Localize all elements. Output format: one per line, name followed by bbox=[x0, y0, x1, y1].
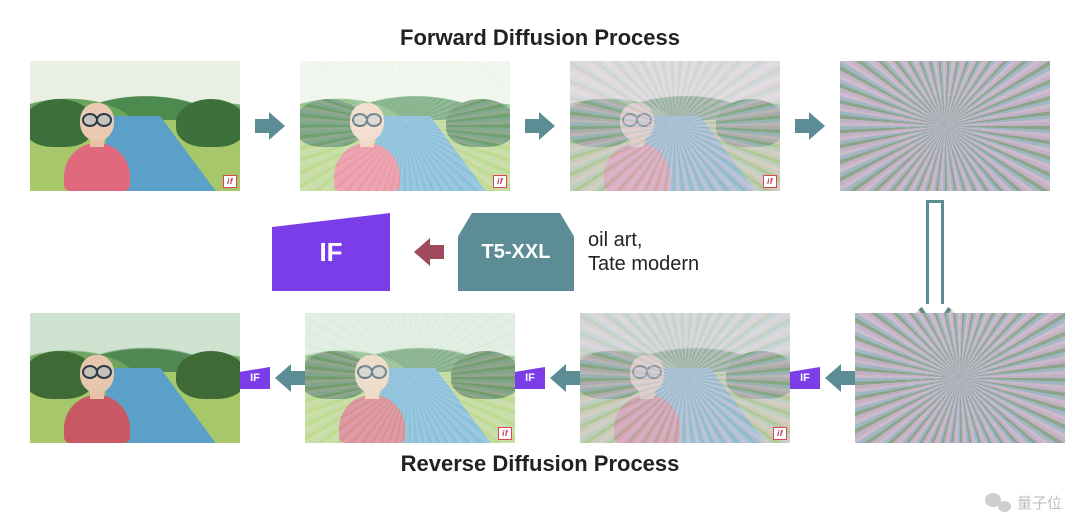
reverse-step: IF bbox=[790, 364, 855, 392]
reverse-step: IF bbox=[240, 364, 305, 392]
arrow-right-icon bbox=[525, 112, 555, 140]
t5-encoder-block: T5-XXL bbox=[458, 213, 574, 291]
reverse-image-1: if bbox=[580, 313, 790, 443]
if-badge: if bbox=[763, 175, 777, 188]
if-badge: if bbox=[493, 175, 507, 188]
arrow-left-icon bbox=[404, 238, 444, 266]
forward-image-1: if bbox=[300, 61, 510, 191]
watermark-text: 量子位 bbox=[1017, 492, 1062, 513]
forward-title: Forward Diffusion Process bbox=[30, 25, 1050, 51]
mini-if-block: IF bbox=[790, 367, 820, 389]
conditioning-row: IF T5-XXL oil art, Tate modern bbox=[30, 213, 1050, 291]
arrow-left-icon bbox=[275, 364, 305, 392]
text-prompt: oil art, Tate modern bbox=[588, 228, 758, 276]
mini-if-block: IF bbox=[515, 367, 545, 389]
watermark: 量子位 bbox=[985, 491, 1062, 513]
diffusion-diagram: Forward Diffusion Process if if if bbox=[0, 0, 1080, 525]
prompt-line-1: oil art, bbox=[588, 229, 642, 251]
forward-row: if if if bbox=[30, 61, 1050, 191]
arrow-right-icon bbox=[255, 112, 285, 140]
reverse-row: IF if IF if IF bbox=[30, 313, 1050, 443]
arrow-right-icon bbox=[795, 112, 825, 140]
reverse-image-2: if bbox=[305, 313, 515, 443]
wechat-icon bbox=[985, 491, 1011, 513]
if-badge: if bbox=[773, 427, 787, 440]
reverse-image-3 bbox=[30, 313, 240, 443]
reverse-image-0 bbox=[855, 313, 1065, 443]
arrow-left-icon bbox=[550, 364, 580, 392]
if-badge: if bbox=[498, 427, 512, 440]
if-badge: if bbox=[223, 175, 237, 188]
reverse-title: Reverse Diffusion Process bbox=[30, 451, 1050, 477]
arrow-left-icon bbox=[825, 364, 855, 392]
forward-image-0: if bbox=[30, 61, 240, 191]
reverse-step: IF bbox=[515, 364, 580, 392]
prompt-line-2: Tate modern bbox=[588, 253, 699, 275]
if-model-block: IF bbox=[272, 213, 390, 291]
mini-if-block: IF bbox=[240, 367, 270, 389]
forward-image-2: if bbox=[570, 61, 780, 191]
forward-image-3 bbox=[840, 61, 1050, 191]
